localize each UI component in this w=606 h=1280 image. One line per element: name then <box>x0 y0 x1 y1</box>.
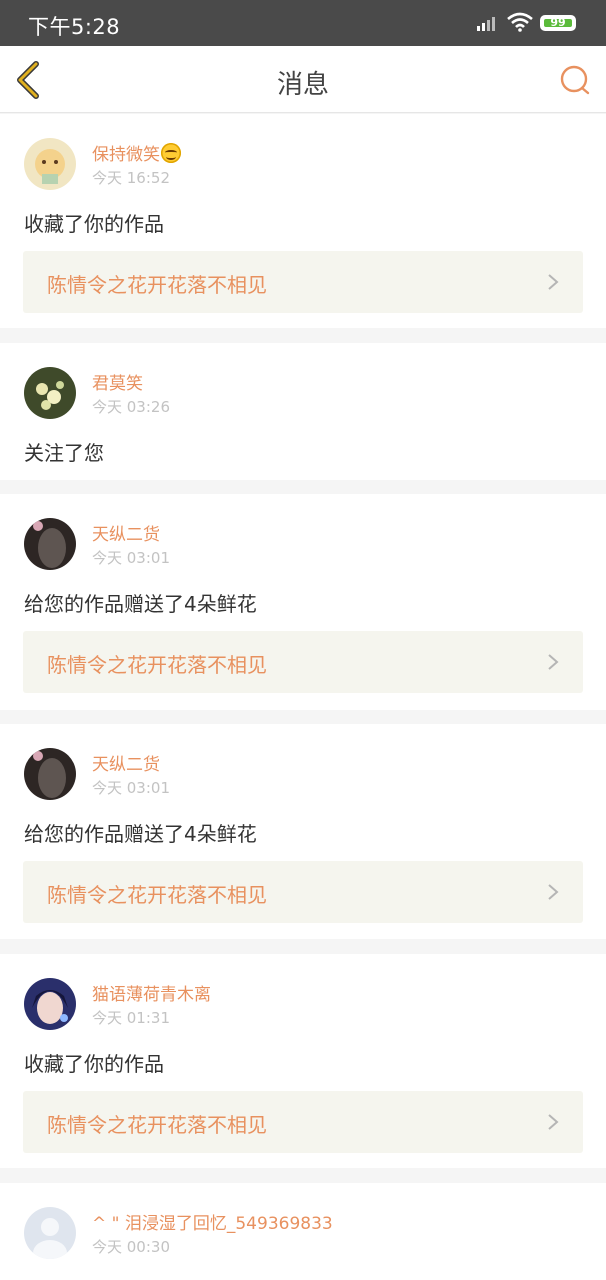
work-title: 陈情令之花开花落不相见 <box>47 653 267 677</box>
message-time: 今天 03:01 <box>92 549 170 567</box>
search-icon[interactable] <box>558 64 592 96</box>
smile-emoji-icon <box>161 143 181 163</box>
message-card: 君莫笑 今天 03:26 关注了您 <box>0 343 606 480</box>
work-link[interactable]: 陈情令之花开花落不相见 <box>23 631 583 693</box>
default-avatar-icon[interactable] <box>24 1207 76 1259</box>
message-card: 猫语薄荷青木离 今天 01:31 收藏了你的作品 陈情令之花开花落不相见 <box>0 954 606 1168</box>
battery-icon: 99 <box>540 15 576 31</box>
message-action: 收藏了你的作品 <box>24 212 164 236</box>
message-action: 关注了您 <box>24 441 104 465</box>
message-time: 今天 01:31 <box>92 1009 170 1027</box>
nav-bar: 消息 <box>0 46 606 113</box>
username[interactable]: ^ " 泪浸湿了回忆_549369833 <box>92 1209 333 1234</box>
page-title: 消息 <box>276 70 329 100</box>
work-link[interactable]: 陈情令之花开花落不相见 <box>23 861 583 923</box>
avatar[interactable] <box>24 138 76 190</box>
username[interactable]: 天纵二货 <box>92 750 160 775</box>
battery-level: 99 <box>544 17 572 28</box>
message-card: 保持微笑 今天 16:52 收藏了你的作品 陈情令之花开花落不相见 <box>0 114 606 328</box>
chevron-right-icon <box>548 1114 559 1130</box>
work-title: 陈情令之花开花落不相见 <box>47 1113 267 1137</box>
message-time: 今天 03:01 <box>92 779 170 797</box>
message-card: 天纵二货 今天 03:01 给您的作品赠送了4朵鲜花 陈情令之花开花落不相见 <box>0 724 606 939</box>
avatar[interactable] <box>24 748 76 800</box>
avatar[interactable] <box>24 367 76 419</box>
message-action: 给您的作品赠送了4朵鲜花 <box>24 822 257 846</box>
work-title: 陈情令之花开花落不相见 <box>47 273 267 297</box>
message-card: 天纵二货 今天 03:01 给您的作品赠送了4朵鲜花 陈情令之花开花落不相见 <box>0 494 606 710</box>
message-card: ^ " 泪浸湿了回忆_549369833 今天 00:30 <box>0 1183 606 1280</box>
work-title: 陈情令之花开花落不相见 <box>47 883 267 907</box>
username[interactable]: 猫语薄荷青木离 <box>92 980 211 1005</box>
message-action: 收藏了你的作品 <box>24 1052 164 1076</box>
username[interactable]: 保持微笑 <box>92 140 181 165</box>
message-time: 今天 00:30 <box>92 1238 170 1256</box>
signal-icon <box>477 17 495 31</box>
chevron-right-icon <box>548 654 559 670</box>
work-link[interactable]: 陈情令之花开花落不相见 <box>23 251 583 313</box>
chevron-right-icon <box>548 274 559 290</box>
message-action: 给您的作品赠送了4朵鲜花 <box>24 592 257 616</box>
username[interactable]: 君莫笑 <box>92 369 143 394</box>
status-bar: 下午5:28 99 <box>0 0 606 46</box>
message-time: 今天 16:52 <box>92 169 170 187</box>
avatar[interactable] <box>24 978 76 1030</box>
avatar[interactable] <box>24 518 76 570</box>
status-time: 下午5:28 <box>28 15 121 39</box>
work-link[interactable]: 陈情令之花开花落不相见 <box>23 1091 583 1153</box>
chevron-right-icon <box>548 884 559 900</box>
wifi-icon <box>507 12 533 32</box>
message-time: 今天 03:26 <box>92 398 170 416</box>
username[interactable]: 天纵二货 <box>92 520 160 545</box>
